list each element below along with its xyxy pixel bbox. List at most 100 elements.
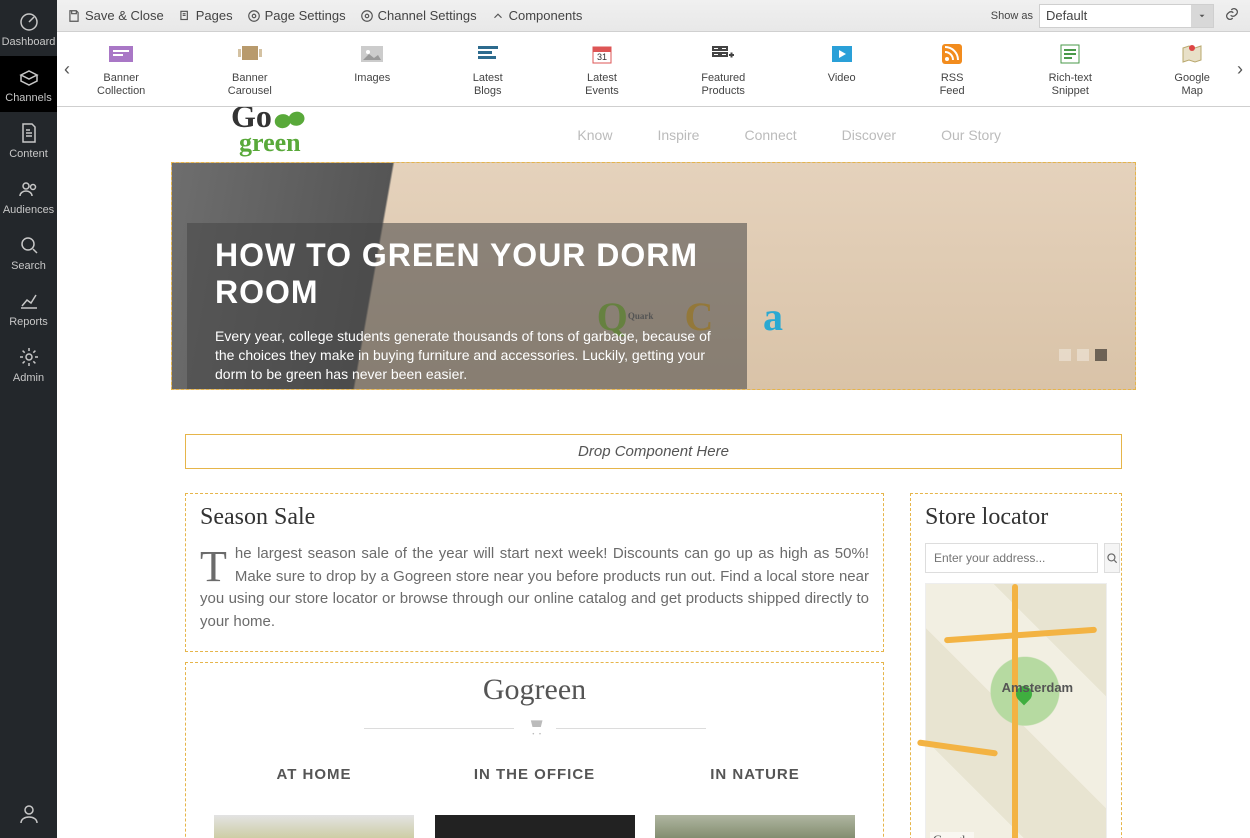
store-locator-section[interactable]: Store locator Amsterdam Google Map data …: [910, 493, 1122, 838]
gogreen-products-section[interactable]: Gogreen AT HOME IN THE OFFICE IN NATURE: [185, 662, 884, 838]
category-at-home[interactable]: AT HOME: [214, 766, 414, 838]
category-thumbnail: [435, 815, 635, 838]
nav-discover[interactable]: Discover: [842, 127, 896, 143]
sidebar-item-admin[interactable]: Admin: [0, 336, 57, 392]
sidebar-item-dashboard[interactable]: Dashboard: [0, 0, 57, 56]
component-video[interactable]: Video: [828, 40, 856, 97]
component-google-map[interactable]: GoogleMap: [1174, 40, 1209, 97]
component-featured-products[interactable]: FeaturedProducts: [701, 40, 745, 97]
nav-inspire[interactable]: Inspire: [657, 127, 699, 143]
component-images[interactable]: Images: [354, 40, 390, 97]
address-input[interactable]: [925, 543, 1098, 573]
component-latest-blogs[interactable]: LatestBlogs: [473, 40, 503, 97]
products-icon: [709, 40, 737, 68]
link-icon[interactable]: [1224, 6, 1240, 25]
comp-line1: RSS: [941, 72, 964, 85]
cubes-icon: [17, 65, 41, 89]
sidebar-item-reports[interactable]: Reports: [0, 280, 57, 336]
channel-settings-label: Channel Settings: [378, 8, 477, 23]
comp-line2: Products: [702, 85, 745, 98]
user-avatar[interactable]: [0, 794, 57, 834]
svg-text:31: 31: [597, 52, 607, 62]
banner-carousel-instance[interactable]: QQuark C a HOW TO GREEN YOUR DORM ROOM E…: [171, 162, 1136, 390]
comp-line2: Events: [585, 85, 619, 98]
show-as-label: Show as: [991, 10, 1033, 22]
search-button[interactable]: [1104, 543, 1120, 573]
comp-line2: Collection: [97, 85, 145, 98]
components-button[interactable]: Components: [491, 8, 583, 23]
carousel-dot-3[interactable]: [1095, 349, 1107, 361]
show-as-select[interactable]: Default: [1039, 4, 1214, 28]
comp-line2: Snippet: [1052, 85, 1089, 98]
season-sale-body: The largest season sale of the year will…: [200, 543, 869, 633]
video-icon: [828, 40, 856, 68]
component-banner-collection[interactable]: BannerCollection: [97, 40, 145, 97]
sidebar-item-channels[interactable]: Channels: [0, 56, 57, 112]
site-nav: Go green Know Inspire Connect Discover O…: [171, 107, 1136, 162]
sidebar-item-label: Content: [9, 148, 48, 160]
rss-icon: [938, 40, 966, 68]
component-latest-events[interactable]: 31 LatestEvents: [585, 40, 619, 97]
comp-line2: Blogs: [474, 85, 502, 98]
richtext-icon: [1056, 40, 1084, 68]
pages-button[interactable]: Pages: [178, 8, 233, 23]
comp-line1: Latest: [587, 72, 617, 85]
category-thumbnail: [214, 815, 414, 838]
chart-icon: [17, 289, 41, 313]
sidebar-item-label: Admin: [13, 372, 44, 384]
category-in-nature[interactable]: IN NATURE: [655, 766, 855, 838]
page-settings-button[interactable]: Page Settings: [247, 8, 346, 23]
map-icon: [1178, 40, 1206, 68]
banner-headline: HOW TO GREEN YOUR DORM ROOM: [215, 237, 719, 311]
category-in-office[interactable]: IN THE OFFICE: [435, 766, 635, 838]
cart-icon: [524, 717, 546, 740]
sidebar-item-audiences[interactable]: Audiences: [0, 168, 57, 224]
component-dropzone[interactable]: Drop Component Here: [185, 434, 1122, 469]
document-icon: [17, 121, 41, 145]
a-logo-icon: a: [750, 293, 796, 339]
banner-text-overlay: HOW TO GREEN YOUR DORM ROOM Every year, …: [187, 223, 747, 390]
component-banner-carousel[interactable]: BannerCarousel: [228, 40, 272, 97]
google-map[interactable]: Amsterdam Google Map data ©2015 Google: [925, 583, 1107, 838]
scroll-left-button[interactable]: ‹: [57, 59, 77, 80]
nav-our-story[interactable]: Our Story: [941, 127, 1001, 143]
search-icon: [17, 233, 41, 257]
sidebar-item-label: Search: [11, 260, 46, 272]
show-as-value: Default: [1046, 8, 1087, 23]
cat-label: IN NATURE: [655, 766, 855, 783]
pages-label: Pages: [196, 8, 233, 23]
sidebar-item-content[interactable]: Content: [0, 112, 57, 168]
nav-know[interactable]: Know: [577, 127, 612, 143]
season-sale-section[interactable]: Season Sale The largest season sale of t…: [185, 493, 884, 652]
component-rss-feed[interactable]: RSSFeed: [938, 40, 966, 97]
cat-label: IN THE OFFICE: [435, 766, 635, 783]
component-richtext-snippet[interactable]: Rich-textSnippet: [1049, 40, 1092, 97]
comp-line1: Video: [828, 72, 856, 85]
comp-line1: Banner: [103, 72, 138, 85]
gauge-icon: [17, 9, 41, 33]
comp-line1: Featured: [701, 72, 745, 85]
page-canvas[interactable]: Go green Know Inspire Connect Discover O…: [57, 107, 1250, 838]
sidebar-item-search[interactable]: Search: [0, 224, 57, 280]
carousel-dot-1[interactable]: [1059, 349, 1071, 361]
components-label: Components: [509, 8, 583, 23]
nav-connect[interactable]: Connect: [744, 127, 796, 143]
dropcap: T: [200, 543, 235, 584]
gear-icon: [17, 345, 41, 369]
sidebar-item-label: Dashboard: [2, 36, 56, 48]
cms-sidebar: Dashboard Channels Content Audiences Sea…: [0, 0, 57, 838]
save-close-label: Save & Close: [85, 8, 164, 23]
sidebar-item-label: Reports: [9, 316, 48, 328]
save-close-button[interactable]: Save & Close: [67, 8, 164, 23]
banner-collection-icon: [107, 40, 135, 68]
comp-line1: Images: [354, 72, 390, 85]
scroll-right-button[interactable]: ›: [1230, 59, 1250, 80]
blogs-icon: [474, 40, 502, 68]
logo-bottom: green: [239, 131, 351, 154]
comp-line2: Carousel: [228, 85, 272, 98]
site-logo[interactable]: Go green: [231, 107, 351, 154]
channel-settings-button[interactable]: Channel Settings: [360, 8, 477, 23]
carousel-dot-2[interactable]: [1077, 349, 1089, 361]
banner-description: Every year, college students generate th…: [215, 327, 719, 384]
store-locator-title: Store locator: [925, 504, 1107, 531]
